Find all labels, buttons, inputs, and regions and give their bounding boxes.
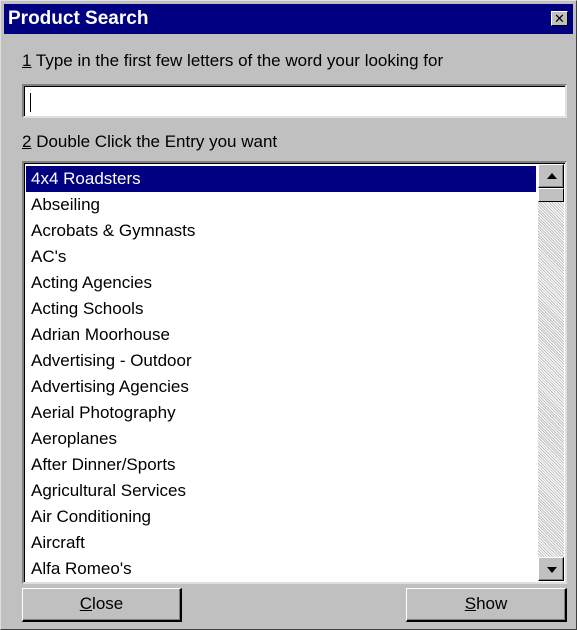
list-item[interactable]: Air Conditioning: [26, 504, 536, 530]
list-item[interactable]: Advertising - Outdoor: [26, 348, 536, 374]
title-bar[interactable]: Product Search ✕: [4, 4, 573, 34]
list-item[interactable]: Alfa Romeo's: [26, 556, 536, 582]
list-item[interactable]: Agricultural Services: [26, 478, 536, 504]
product-list-items: 4x4 Roadsters Abseiling Acrobats & Gymnast…: [26, 166, 536, 582]
close-icon[interactable]: ✕: [551, 11, 568, 26]
list-item[interactable]: Acting Schools: [26, 296, 536, 322]
list-item[interactable]: Acting Agencies: [26, 270, 536, 296]
show-button-mnemonic: S: [464, 594, 477, 613]
close-button-label: lose: [92, 594, 124, 613]
show-button[interactable]: Show: [406, 588, 567, 622]
step1-text: Type in the first few letters of the wor…: [31, 51, 444, 70]
show-button-label: how: [476, 594, 508, 613]
step2-label: 2 Double Click the Entry you want: [22, 132, 277, 152]
scroll-up-button[interactable]: [538, 164, 564, 188]
list-item[interactable]: AC's: [26, 244, 536, 270]
product-list[interactable]: 4x4 Roadsters Abseiling Acrobats & Gymnast…: [22, 161, 567, 584]
list-item[interactable]: Adrian Moorhouse: [26, 322, 536, 348]
step2-text: Double Click the Entry you want: [31, 132, 278, 151]
step1-label: 1 Type in the first few letters of the w…: [22, 51, 443, 71]
close-button[interactable]: Close: [22, 588, 182, 622]
scroll-thumb[interactable]: [538, 188, 564, 202]
list-item[interactable]: Aircraft: [26, 530, 536, 556]
text-caret: [30, 93, 31, 112]
window-title: Product Search: [8, 8, 149, 29]
list-item[interactable]: 4x4 Roadsters: [26, 166, 536, 192]
list-item[interactable]: Abseiling: [26, 192, 536, 218]
close-button-mnemonic: C: [79, 594, 93, 613]
list-item[interactable]: Aerial Photography: [26, 400, 536, 426]
list-item[interactable]: Advertising Agencies: [26, 374, 536, 400]
list-scrollbar[interactable]: [538, 164, 564, 581]
search-input[interactable]: [22, 84, 567, 118]
list-item[interactable]: Aeroplanes: [26, 426, 536, 452]
list-item[interactable]: Acrobats & Gymnasts: [26, 218, 536, 244]
list-item[interactable]: After Dinner/Sports: [26, 452, 536, 478]
product-search-window: Product Search ✕ 1 Type in the first few…: [0, 0, 577, 630]
arrow-down-icon: [547, 567, 557, 573]
scroll-down-button[interactable]: [538, 557, 564, 581]
arrow-up-icon: [547, 173, 557, 179]
